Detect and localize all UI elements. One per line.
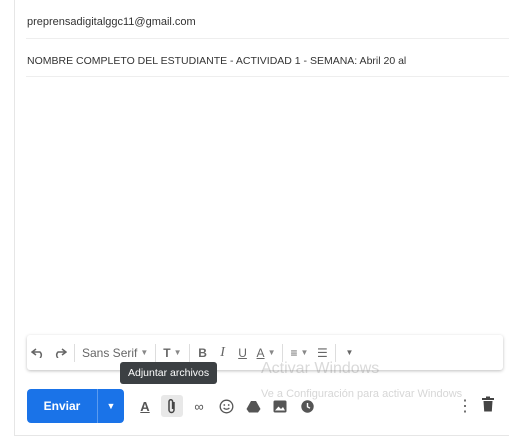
insert-photo-button[interactable] bbox=[269, 395, 291, 417]
more-options-icon[interactable]: ⋮ bbox=[457, 396, 473, 416]
italic-button[interactable]: I bbox=[213, 341, 233, 365]
divider bbox=[26, 76, 509, 77]
insert-link-button[interactable]: ∞ bbox=[188, 395, 210, 417]
bold-button[interactable]: B bbox=[193, 341, 213, 365]
schedule-send-button[interactable]: ▼ bbox=[98, 389, 124, 423]
recipient-field[interactable]: preprensadigitalggc11@gmail.com bbox=[27, 16, 196, 28]
send-button[interactable]: Enviar bbox=[27, 389, 97, 423]
drive-icon bbox=[246, 400, 260, 412]
divider bbox=[155, 343, 157, 362]
bold-icon: B bbox=[198, 345, 207, 360]
insert-drive-button[interactable] bbox=[242, 395, 264, 417]
chevron-down-icon: ▼ bbox=[106, 401, 116, 411]
divider bbox=[188, 343, 190, 362]
font-family-select[interactable]: Sans Serif ▼ bbox=[78, 341, 152, 365]
chevron-down-icon: ▼ bbox=[345, 348, 354, 357]
divider bbox=[26, 38, 509, 39]
confidential-mode-button[interactable] bbox=[296, 395, 318, 417]
attach-files-button[interactable] bbox=[161, 395, 183, 417]
undo-icon[interactable] bbox=[27, 341, 49, 365]
trash-icon[interactable] bbox=[481, 396, 495, 412]
photo-icon bbox=[273, 400, 287, 412]
numbered-list-icon: ☰ bbox=[317, 345, 328, 360]
align-left-icon: ≡ bbox=[290, 345, 298, 360]
text-format-icon: A bbox=[140, 398, 150, 414]
chevron-down-icon: ▼ bbox=[173, 348, 182, 357]
underline-button[interactable]: U bbox=[233, 341, 253, 365]
chevron-down-icon: ▼ bbox=[300, 348, 309, 357]
lock-clock-icon bbox=[300, 399, 314, 413]
underline-icon: U bbox=[238, 345, 247, 360]
text-color-icon: A bbox=[256, 345, 265, 360]
redo-icon[interactable] bbox=[49, 341, 71, 365]
formatting-options-button[interactable]: A bbox=[134, 395, 156, 417]
send-button-group: Enviar ▼ bbox=[27, 389, 124, 423]
insert-emoji-button[interactable] bbox=[215, 395, 237, 417]
divider bbox=[74, 343, 75, 362]
chevron-down-icon: ▼ bbox=[267, 348, 276, 357]
divider bbox=[282, 343, 284, 362]
chevron-down-icon: ▼ bbox=[140, 348, 149, 357]
divider bbox=[335, 343, 337, 362]
font-size-button[interactable]: T ▼ bbox=[159, 341, 185, 365]
link-icon: ∞ bbox=[194, 398, 204, 414]
windows-activation-watermark: Activar Windows bbox=[261, 360, 380, 377]
font-family-label: Sans Serif bbox=[82, 345, 138, 360]
attach-files-tooltip: Adjuntar archivos bbox=[120, 362, 218, 384]
text-size-icon: T bbox=[163, 345, 171, 360]
paperclip-icon bbox=[168, 398, 175, 414]
compose-actions: A ∞ bbox=[134, 392, 318, 420]
italic-icon: I bbox=[220, 344, 225, 360]
subject-field[interactable]: NOMBRE COMPLETO DEL ESTUDIANTE - ACTIVID… bbox=[27, 55, 406, 67]
emoji-icon bbox=[219, 399, 233, 413]
